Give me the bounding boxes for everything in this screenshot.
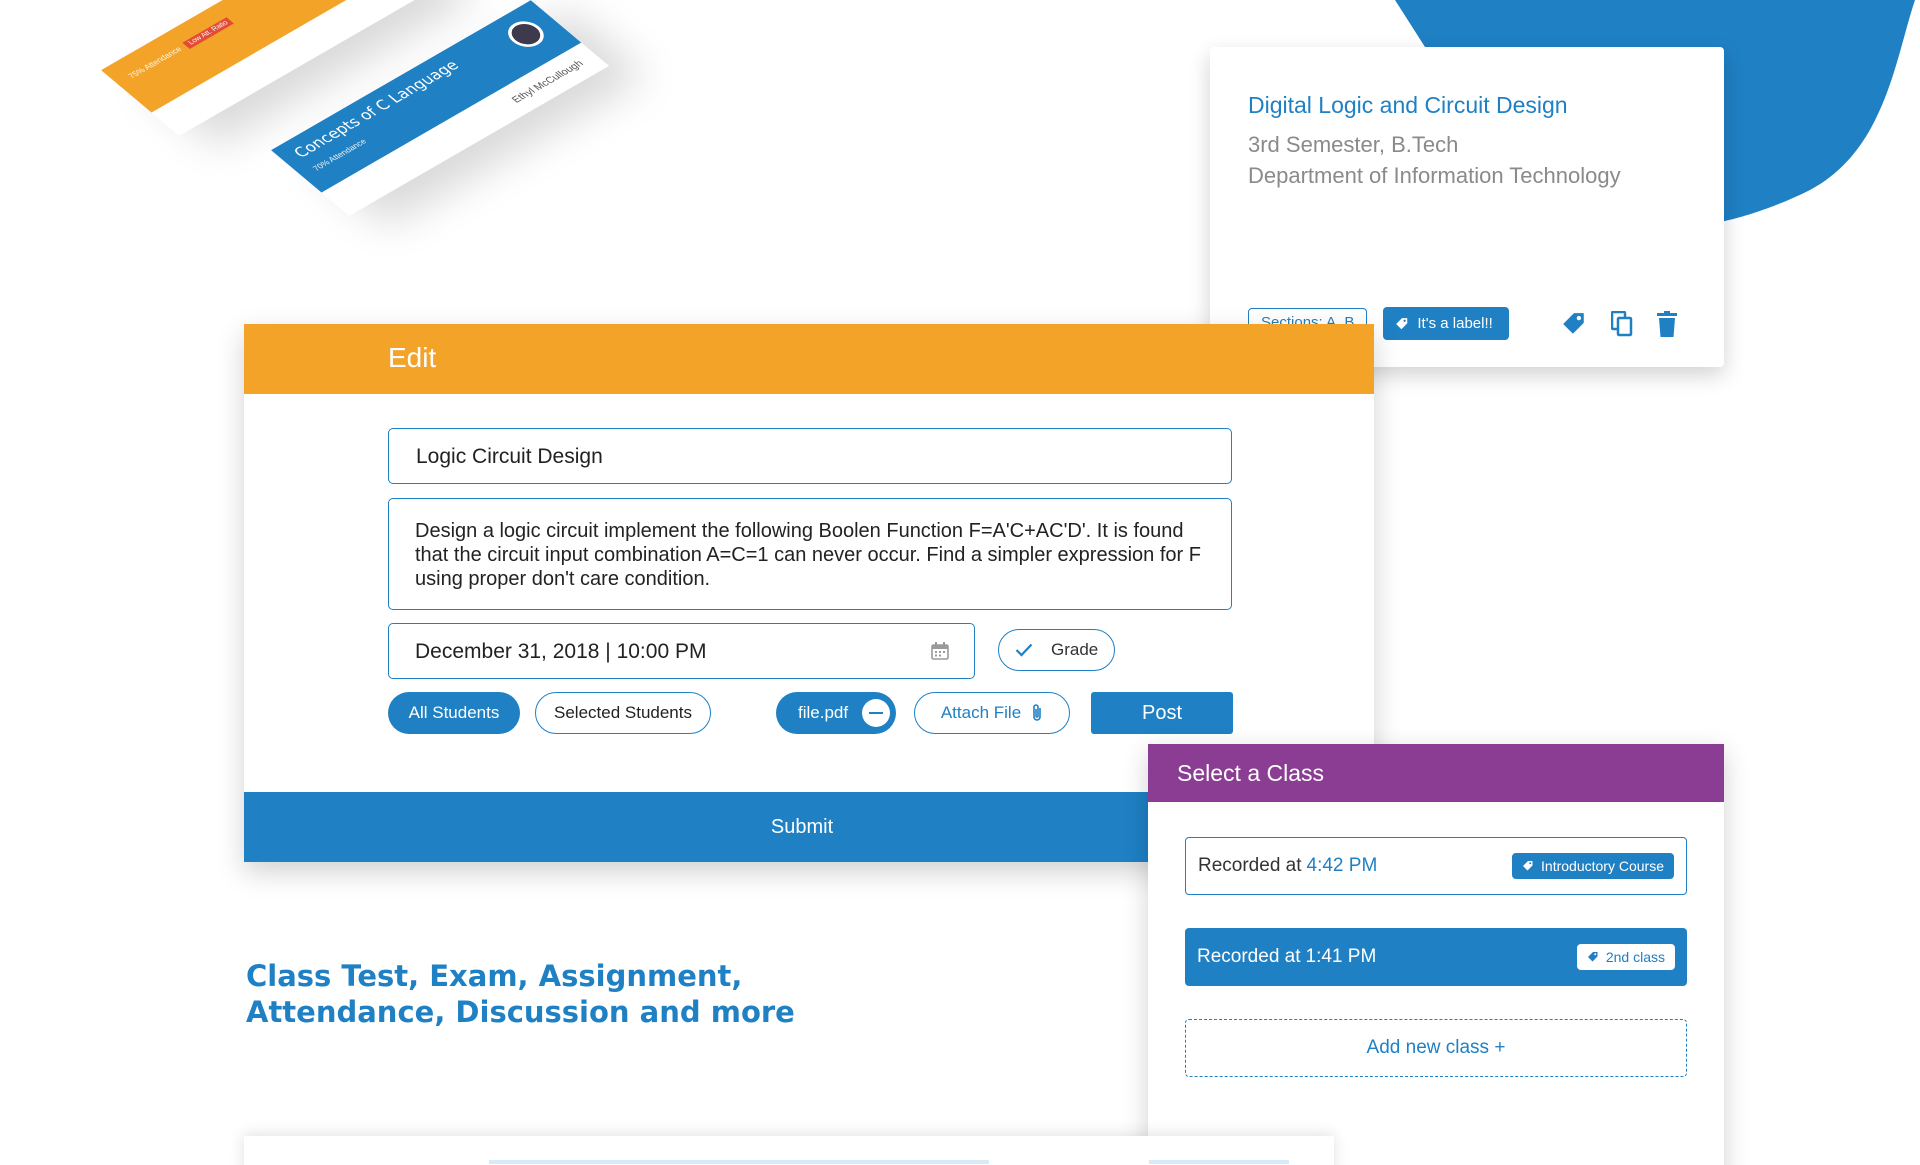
paperclip-icon (1031, 703, 1043, 723)
low-attendance-badge: Low Att. Ratio (182, 17, 235, 49)
title-input[interactable]: Logic Circuit Design (388, 428, 1232, 484)
selected-students-button[interactable]: Selected Students (535, 692, 711, 734)
all-students-button[interactable]: All Students (388, 692, 520, 734)
bottom-card (244, 1136, 1334, 1165)
recorded-time: 1:41 PM (1305, 946, 1377, 967)
class-tag-chip: Introductory Course (1512, 853, 1674, 879)
attach-file-button[interactable]: Attach File (914, 692, 1070, 734)
placeholder-bar (1149, 1160, 1289, 1164)
class-tag-text: Introductory Course (1541, 858, 1664, 874)
post-button[interactable]: Post (1091, 692, 1233, 734)
due-date-input[interactable]: December 31, 2018 | 10:00 PM (388, 623, 975, 679)
tag-icon (1587, 951, 1599, 963)
tilted-cards-illustration: 75% AttendanceLow Att. Ratio Concepts of… (100, 0, 660, 216)
label-chip[interactable]: It's a label!! (1383, 307, 1509, 340)
placeholder-bar (489, 1160, 989, 1164)
add-new-class-button[interactable]: Add new class + (1185, 1019, 1687, 1077)
tag-icon (1522, 860, 1534, 872)
trash-icon[interactable] (1656, 310, 1677, 337)
class-tag-chip: 2nd class (1576, 944, 1675, 970)
feature-heading-line-2: Attendance, Discussion and more (246, 995, 795, 1029)
label-chip-text: It's a label!! (1417, 315, 1493, 332)
attach-file-label: Attach File (940, 703, 1022, 722)
course-department: Department of Information Technology (1248, 163, 1621, 188)
due-date-value: December 31, 2018 | 10:00 PM (415, 640, 707, 663)
grade-label: Grade (1051, 640, 1099, 659)
course-semester: 3rd Semester, B.Tech (1248, 132, 1459, 157)
file-name: file.pdf (798, 703, 849, 722)
class-row[interactable]: Recorded at 4:42 PM Introductory Course (1185, 837, 1687, 895)
feature-heading: Class Test, Exam, Assignment, Attendance… (246, 958, 886, 1030)
description-textarea[interactable]: Design a logic circuit implement the fol… (388, 498, 1232, 610)
course-title[interactable]: Digital Logic and Circuit Design (1248, 92, 1686, 119)
edit-header: Edit (244, 324, 1374, 394)
recorded-prefix: Recorded at (1198, 855, 1302, 876)
tilted-card-attendance: 75% Attendance (126, 44, 184, 81)
select-class-header: Select a Class (1148, 744, 1724, 802)
course-card[interactable]: Digital Logic and Circuit Design 3rd Sem… (1210, 47, 1724, 367)
tag-icon[interactable] (1561, 311, 1587, 337)
class-tag-text: 2nd class (1605, 949, 1665, 965)
check-icon (1015, 643, 1033, 657)
recorded-time: 4:42 PM (1306, 855, 1378, 876)
feature-heading-line-1: Class Test, Exam, Assignment, (246, 959, 743, 993)
remove-file-icon[interactable] (862, 699, 890, 727)
copy-icon[interactable] (1610, 310, 1633, 337)
attached-file-chip[interactable]: file.pdf (776, 692, 896, 734)
class-row[interactable]: Recorded at 1:41 PM 2nd class (1185, 928, 1687, 986)
calendar-icon[interactable] (931, 642, 949, 666)
tag-icon (1395, 317, 1409, 331)
recorded-prefix: Recorded at (1197, 946, 1301, 967)
grade-toggle[interactable]: Grade (998, 629, 1115, 671)
select-class-panel: Select a Class Recorded at 4:42 PM Intro… (1148, 744, 1724, 1165)
